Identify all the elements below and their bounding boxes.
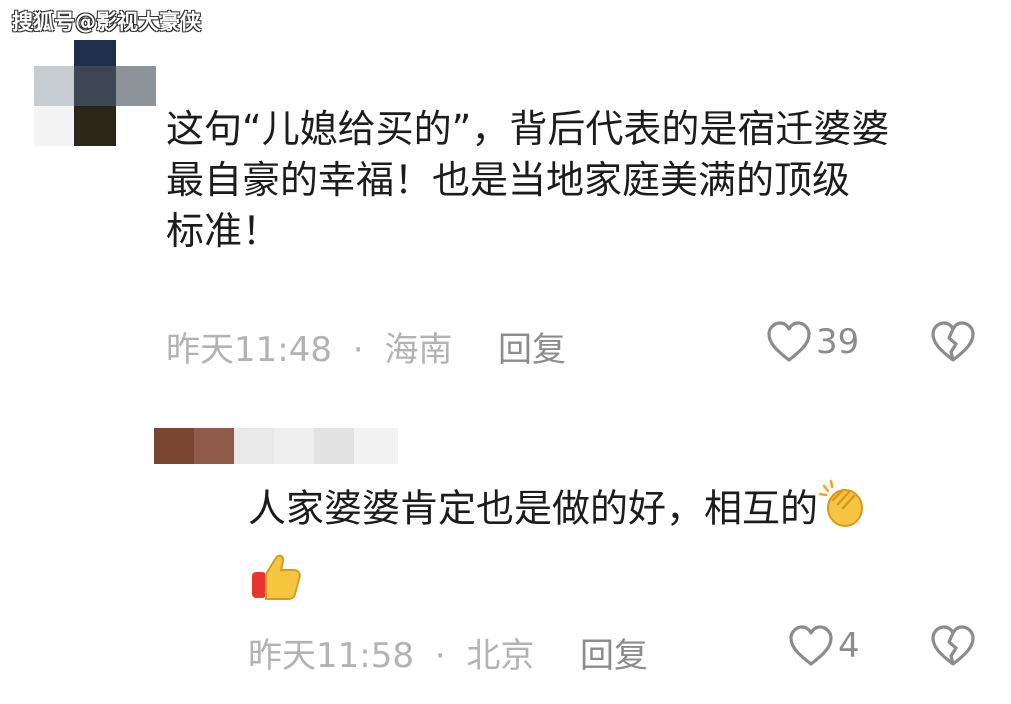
dislike-button-1[interactable] — [930, 320, 976, 368]
like-button-1[interactable]: 39 — [766, 320, 859, 364]
comment-line: 人家婆婆肯定也是做的好，相互的 — [248, 486, 819, 531]
broken-heart-icon — [931, 321, 975, 362]
broken-heart-icon — [931, 625, 975, 666]
comment-text-1: 这句“儿媳给买的”，背后代表的是宿迁婆婆 最自豪的幸福！也是当地家庭美满的顶级 … — [166, 104, 889, 257]
location: 海南 — [384, 330, 453, 370]
reply-button-1[interactable]: 回复 — [498, 322, 566, 371]
like-count: 39 — [816, 322, 860, 362]
comment-meta-2: 昨天11:58 · 北京 — [248, 628, 534, 677]
clapping-hands-emoji — [818, 478, 872, 544]
heart-outline-icon — [789, 625, 833, 666]
location: 北京 — [466, 636, 535, 676]
separator: · — [352, 330, 364, 370]
avatar-1[interactable] — [30, 40, 160, 150]
watermark: 搜狐号@影视大豪侠 — [12, 10, 201, 34]
dislike-button-2[interactable] — [930, 624, 976, 672]
separator: · — [434, 636, 446, 676]
reply-button-2[interactable]: 回复 — [580, 628, 648, 677]
thumbs-up-emoji — [248, 548, 304, 618]
heart-outline-icon — [767, 321, 811, 362]
comment-line: 标准！ — [166, 209, 281, 253]
comment-meta-1: 昨天11:48 · 海南 — [166, 322, 452, 371]
comment-line: 这句“儿媳给买的”，背后代表的是宿迁婆婆 — [166, 107, 890, 151]
timestamp: 昨天11:48 — [166, 330, 332, 370]
username-2[interactable] — [154, 428, 398, 464]
timestamp: 昨天11:58 — [248, 636, 414, 676]
like-count: 4 — [838, 626, 860, 666]
comment-line: 最自豪的幸福！也是当地家庭美满的顶级 — [166, 158, 851, 202]
comment-text-2: 人家婆婆肯定也是做的好，相互的 — [248, 478, 872, 618]
like-button-2[interactable]: 4 — [788, 624, 860, 668]
